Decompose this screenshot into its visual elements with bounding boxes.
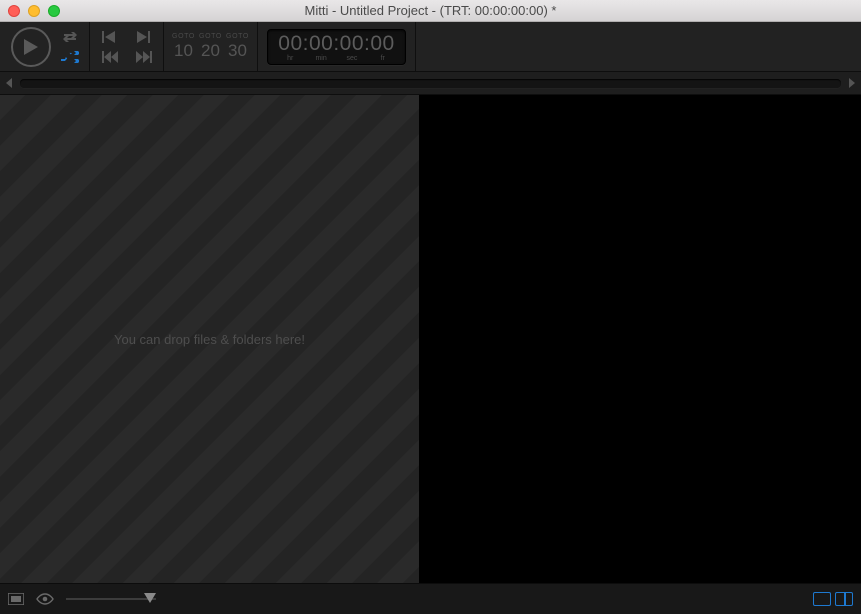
main-area: You can drop files & folders here! (0, 95, 861, 583)
tc-unit-fr: fr (373, 55, 393, 62)
play-icon (23, 38, 39, 56)
goto-group: GOTO 10 GOTO 20 GOTO 30 (164, 22, 258, 71)
minimize-window-button[interactable] (28, 5, 40, 17)
footer (0, 583, 861, 614)
tc-unit-sec: sec (342, 55, 362, 62)
preview-visibility-button[interactable] (36, 593, 54, 605)
cue-list-panel[interactable]: You can drop files & folders here! (0, 95, 419, 583)
prev-cue-button[interactable] (102, 31, 116, 43)
goto-30-button[interactable]: GOTO 30 (224, 33, 251, 61)
rewind-button[interactable] (102, 51, 118, 63)
goto-label: GOTO (170, 33, 197, 40)
slider-track (66, 598, 156, 600)
goto-10-button[interactable]: GOTO 10 (170, 33, 197, 61)
timecode-display[interactable]: 00:00:00:00 hr min sec fr (267, 29, 405, 65)
fullscreen-button[interactable] (8, 593, 24, 605)
opacity-slider[interactable] (66, 594, 156, 604)
chevron-left-icon (5, 78, 13, 88)
window-title: Mitti - Untitled Project - (TRT: 00:00:0… (0, 3, 861, 18)
maximize-window-button[interactable] (48, 5, 60, 17)
timeline-strip (0, 72, 861, 95)
goto-20-button[interactable]: GOTO 20 (197, 33, 224, 61)
playback-group (0, 22, 90, 71)
slider-thumb-icon (144, 593, 156, 603)
toolbar: GOTO 10 GOTO 20 GOTO 30 00:00:00:00 hr m… (0, 22, 861, 72)
chevron-right-icon (848, 78, 856, 88)
cue-list-background (0, 95, 419, 583)
timeline-scroll-left[interactable] (0, 72, 18, 94)
layout-buttons (813, 592, 853, 606)
shuffle-button[interactable] (61, 51, 79, 63)
goto-label: GOTO (197, 33, 224, 40)
loop-button[interactable] (61, 31, 79, 43)
timeline-scroll-right[interactable] (843, 72, 861, 94)
timeline-track[interactable] (20, 79, 841, 88)
goto-number: 10 (174, 41, 193, 60)
transport-group (90, 22, 164, 71)
tc-unit-min: min (311, 55, 331, 62)
timecode-value: 00:00:00:00 (278, 33, 394, 54)
layout-split-button[interactable] (835, 592, 853, 606)
next-cue-button[interactable] (136, 31, 150, 43)
preview-panel[interactable] (419, 95, 861, 583)
goto-label: GOTO (224, 33, 251, 40)
goto-number: 20 (201, 41, 220, 60)
eye-icon (36, 593, 54, 605)
timecode-unit-labels: hr min sec fr (278, 55, 394, 62)
timecode-group: 00:00:00:00 hr min sec fr (258, 22, 416, 71)
fast-forward-button[interactable] (136, 51, 152, 63)
window-controls (8, 5, 60, 17)
layout-single-button[interactable] (813, 592, 831, 606)
close-window-button[interactable] (8, 5, 20, 17)
fullscreen-icon (8, 593, 24, 605)
goto-number: 30 (228, 41, 247, 60)
tc-unit-hr: hr (280, 55, 300, 62)
titlebar: Mitti - Untitled Project - (TRT: 00:00:0… (0, 0, 861, 22)
play-button[interactable] (11, 27, 51, 67)
